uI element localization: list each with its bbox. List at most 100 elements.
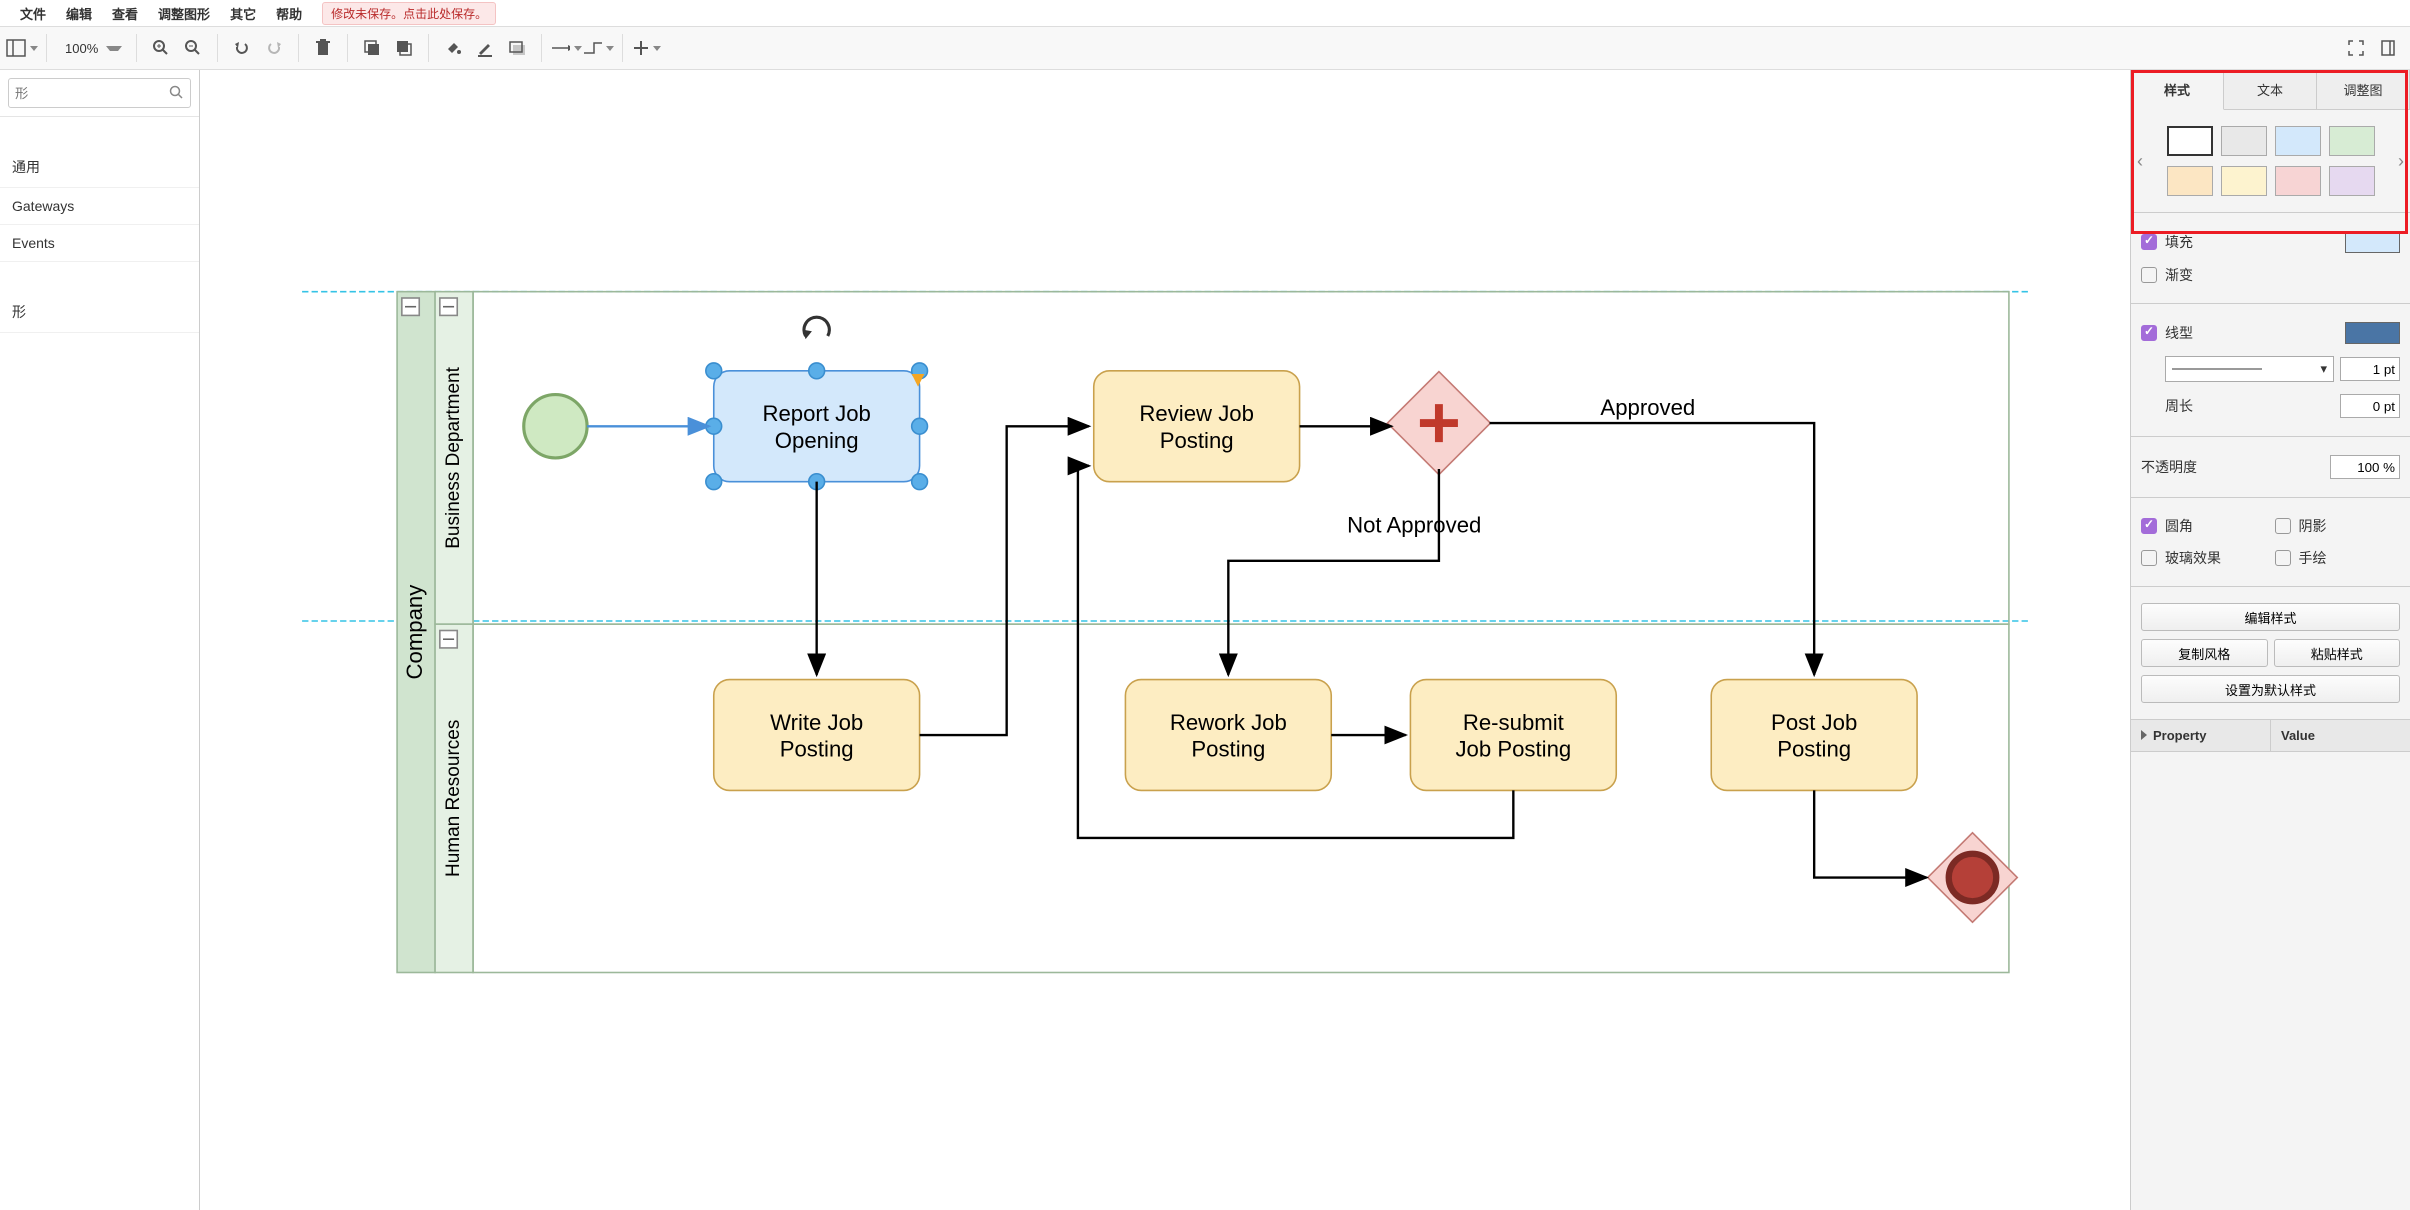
- task-write-job-posting[interactable]: Write Job Posting: [714, 680, 920, 791]
- fill-color-button[interactable]: [437, 34, 469, 62]
- opacity-label: 不透明度: [2141, 457, 2197, 477]
- undo-button[interactable]: [226, 34, 258, 62]
- shadow-button[interactable]: [501, 34, 533, 62]
- bpmn-end-event[interactable]: [1928, 833, 2018, 923]
- line-checkbox[interactable]: [2141, 325, 2157, 341]
- svg-text:Posting: Posting: [1160, 428, 1234, 453]
- chevron-down-icon: [574, 46, 582, 51]
- edit-style-button[interactable]: 编辑样式: [2141, 603, 2400, 631]
- swatch-prev-button[interactable]: ‹: [2135, 121, 2145, 202]
- paste-style-button[interactable]: 粘贴样式: [2274, 639, 2401, 667]
- menu-edit[interactable]: 编辑: [56, 4, 102, 23]
- opacity-input[interactable]: [2330, 455, 2400, 479]
- edge-approved[interactable]: [1490, 423, 1815, 675]
- to-back-button[interactable]: [388, 34, 420, 62]
- svg-text:Posting: Posting: [1777, 737, 1851, 762]
- swatch-next-button[interactable]: ›: [2396, 121, 2406, 202]
- svg-text:Posting: Posting: [1191, 737, 1265, 762]
- swatch-red[interactable]: [2275, 166, 2321, 196]
- tab-style[interactable]: 样式: [2131, 70, 2224, 110]
- format-panel: 样式 文本 调整图 ‹ ›: [2130, 70, 2410, 1210]
- category-shapes[interactable]: 形: [0, 292, 199, 333]
- task-rework-job-posting[interactable]: Rework Job Posting: [1125, 680, 1331, 791]
- zoom-out-button[interactable]: [177, 34, 209, 62]
- expand-icon: [2141, 730, 2147, 740]
- insert-button[interactable]: [631, 34, 663, 62]
- line-width-input[interactable]: [2340, 357, 2400, 381]
- format-panel-toggle[interactable]: [2372, 34, 2404, 62]
- swatch-gray[interactable]: [2221, 126, 2267, 156]
- line-color-well[interactable]: [2345, 322, 2400, 344]
- fill-color-well[interactable]: [2345, 231, 2400, 253]
- fill-checkbox[interactable]: [2141, 234, 2157, 250]
- edge-not-approved[interactable]: [1228, 469, 1439, 675]
- set-default-style-button[interactable]: 设置为默认样式: [2141, 675, 2400, 703]
- zoom-select[interactable]: 100%: [55, 41, 128, 56]
- toolbar: 100%: [0, 26, 2410, 70]
- category-gateways[interactable]: Gateways: [0, 188, 199, 225]
- sketch-checkbox[interactable]: [2275, 550, 2291, 566]
- svg-text:Write Job: Write Job: [770, 710, 863, 735]
- line-color-button[interactable]: [469, 34, 501, 62]
- svg-text:Posting: Posting: [780, 737, 854, 762]
- to-front-button[interactable]: [356, 34, 388, 62]
- menu-help[interactable]: 帮助: [266, 4, 312, 23]
- bpmn-gateway[interactable]: [1387, 372, 1490, 475]
- svg-text:Opening: Opening: [775, 428, 859, 453]
- task-resubmit-job-posting[interactable]: Re-submit Job Posting: [1410, 680, 1616, 791]
- glass-checkbox[interactable]: [2141, 550, 2157, 566]
- edge-write-to-review[interactable]: [920, 426, 1089, 735]
- swatch-yellow[interactable]: [2221, 166, 2267, 196]
- chevron-down-icon: [106, 46, 122, 51]
- delete-button[interactable]: [307, 34, 339, 62]
- category-general[interactable]: 通用: [0, 147, 199, 188]
- copy-style-button[interactable]: 复制风格: [2141, 639, 2268, 667]
- view-mode-button[interactable]: [6, 34, 38, 62]
- swatch-white[interactable]: [2167, 126, 2213, 156]
- search-icon[interactable]: [169, 85, 183, 102]
- gradient-label: 渐变: [2165, 265, 2193, 285]
- tab-text[interactable]: 文本: [2224, 70, 2317, 109]
- swatch-green[interactable]: [2329, 126, 2375, 156]
- task-review-job-posting[interactable]: Review Job Posting: [1094, 371, 1300, 482]
- menu-other[interactable]: 其它: [220, 4, 266, 23]
- bpmn-start-event[interactable]: [524, 395, 587, 458]
- line-label: 线型: [2165, 323, 2193, 343]
- shadow-checkbox[interactable]: [2275, 518, 2291, 534]
- edge-post-to-end[interactable]: [1814, 790, 1926, 877]
- shape-search-input[interactable]: [8, 78, 191, 108]
- rotate-handle-icon[interactable]: [802, 317, 829, 339]
- swatch-blue[interactable]: [2275, 126, 2321, 156]
- gradient-checkbox[interactable]: [2141, 267, 2157, 283]
- line-style-select[interactable]: ▾: [2165, 356, 2334, 382]
- svg-text:Report Job: Report Job: [762, 401, 870, 426]
- edge-approved-label: Approved: [1600, 395, 1695, 420]
- unsaved-warning[interactable]: 修改未保存。点击此处保存。: [322, 2, 496, 25]
- waypoint-button[interactable]: [582, 34, 614, 62]
- perimeter-label: 周长: [2165, 396, 2193, 416]
- task-report-job-opening[interactable]: Report Job Opening: [706, 317, 928, 489]
- menu-adjust[interactable]: 调整图形: [148, 4, 220, 23]
- fill-label: 填充: [2165, 232, 2193, 252]
- perimeter-input[interactable]: [2340, 394, 2400, 418]
- swatch-orange[interactable]: [2167, 166, 2213, 196]
- svg-text:Post Job: Post Job: [1771, 710, 1857, 735]
- edge-not-approved-label: Not Approved: [1347, 512, 1481, 537]
- zoom-in-button[interactable]: [145, 34, 177, 62]
- menu-view[interactable]: 查看: [102, 4, 148, 23]
- properties-header[interactable]: Property Value: [2131, 719, 2410, 752]
- chevron-down-icon: [30, 46, 38, 51]
- svg-text:Rework Job: Rework Job: [1170, 710, 1287, 735]
- connection-button[interactable]: [550, 34, 582, 62]
- redo-button[interactable]: [258, 34, 290, 62]
- rounded-checkbox[interactable]: [2141, 518, 2157, 534]
- menu-file[interactable]: 文件: [10, 4, 56, 23]
- fullscreen-button[interactable]: [2340, 34, 2372, 62]
- canvas[interactable]: Company Business Department Human Resour…: [200, 70, 2130, 1210]
- category-events[interactable]: Events: [0, 225, 199, 262]
- svg-text:Human Resources: Human Resources: [443, 720, 464, 877]
- tab-arrange[interactable]: 调整图: [2317, 70, 2410, 109]
- task-post-job-posting[interactable]: Post Job Posting: [1711, 680, 1917, 791]
- svg-text:Re-submit: Re-submit: [1463, 710, 1564, 735]
- swatch-purple[interactable]: [2329, 166, 2375, 196]
